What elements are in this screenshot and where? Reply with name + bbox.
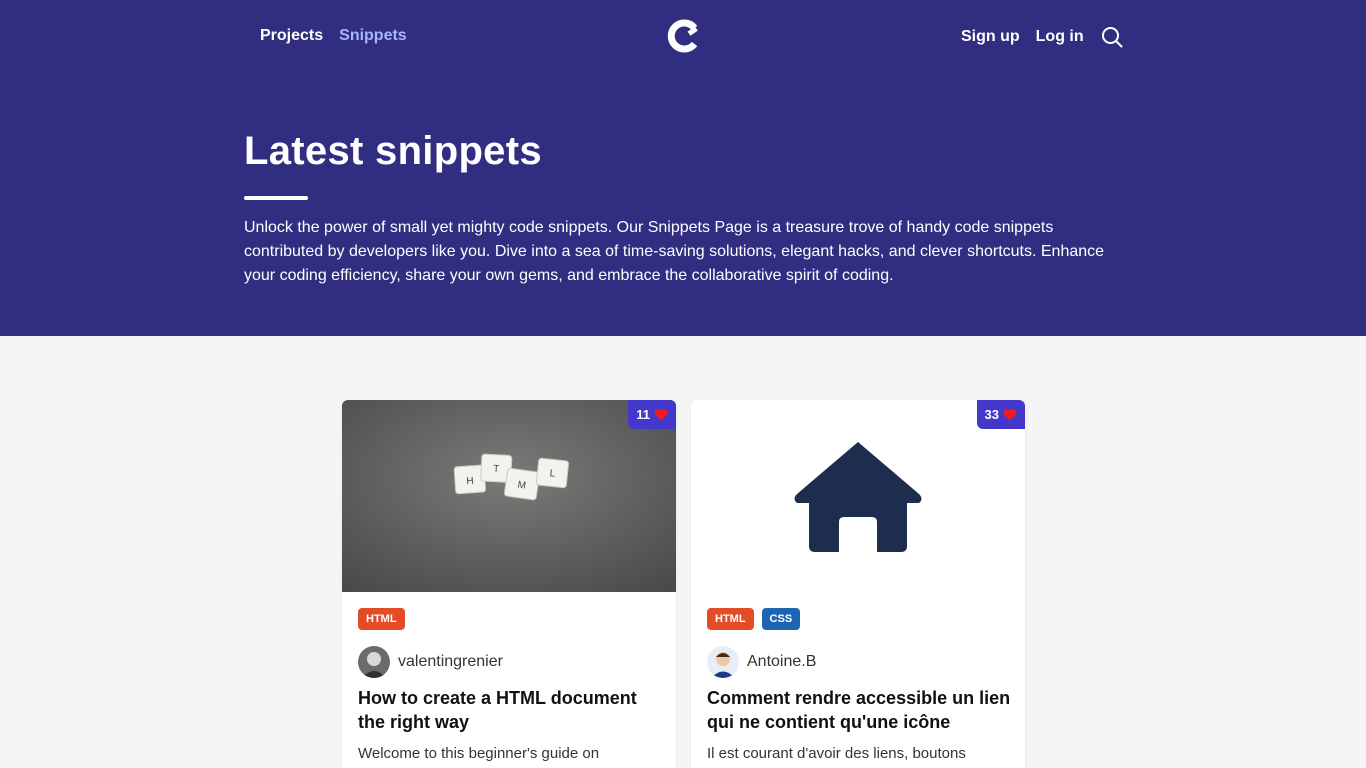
avatar	[707, 646, 739, 678]
author-name: valentingrenier	[398, 653, 503, 670]
snippet-title[interactable]: How to create a HTML document the right …	[358, 686, 662, 734]
search-icon[interactable]	[1100, 25, 1124, 49]
page-description: Unlock the power of small yet mighty cod…	[244, 219, 1105, 284]
like-count-badge[interactable]: 33	[976, 400, 1025, 429]
account-nav: Sign up Log in	[961, 25, 1124, 49]
like-count: 11	[636, 407, 650, 422]
like-count: 33	[984, 407, 999, 422]
author-name: Antoine.B	[747, 653, 817, 670]
nav-projects-link[interactable]: Projects	[260, 25, 323, 47]
house-icon	[691, 400, 1025, 592]
tag-html[interactable]: HTML	[707, 608, 754, 630]
like-count-badge[interactable]: 11	[628, 400, 676, 429]
nav-snippets-link[interactable]: Snippets	[339, 25, 407, 47]
heart-icon	[1003, 408, 1017, 421]
primary-nav: Projects Snippets	[260, 25, 407, 47]
tag-html[interactable]: HTML	[358, 608, 405, 630]
tag-css[interactable]: CSS	[761, 608, 801, 630]
snippet-title[interactable]: Comment rendre accessible un lien qui ne…	[707, 686, 1011, 734]
snippet-card[interactable]: 33 HTML CSS Antoine.B Comment rendre acc…	[691, 400, 1025, 768]
author-info[interactable]: valentingrenier	[358, 646, 503, 678]
login-link[interactable]: Log in	[1036, 26, 1084, 48]
html-scrabble-tiles-photo: H T M L	[342, 400, 676, 592]
author-info[interactable]: Antoine.B	[707, 646, 816, 678]
snippet-excerpt: Welcome to this beginner's guide on	[358, 745, 600, 762]
title-underline	[244, 196, 308, 200]
tile-letter-t: T	[493, 464, 500, 475]
c-ring-logo-icon[interactable]	[666, 19, 700, 53]
snippet-excerpt: Il est courant d'avoir des liens, bouton…	[707, 745, 966, 762]
tile-letter-h: H	[466, 476, 474, 487]
snippet-card[interactable]: H T M L 11 HTML valentingrenier How to c…	[342, 400, 676, 768]
page-title: Latest snippets	[244, 129, 542, 173]
signup-link[interactable]: Sign up	[961, 26, 1020, 48]
heart-icon	[654, 408, 668, 421]
avatar	[358, 646, 390, 678]
tile-letter-m: M	[517, 480, 527, 492]
tag-list: HTML CSS	[707, 608, 801, 630]
hero-banner: Projects Snippets Sign up Log in Latest …	[0, 0, 1366, 336]
tag-list: HTML	[358, 608, 405, 630]
